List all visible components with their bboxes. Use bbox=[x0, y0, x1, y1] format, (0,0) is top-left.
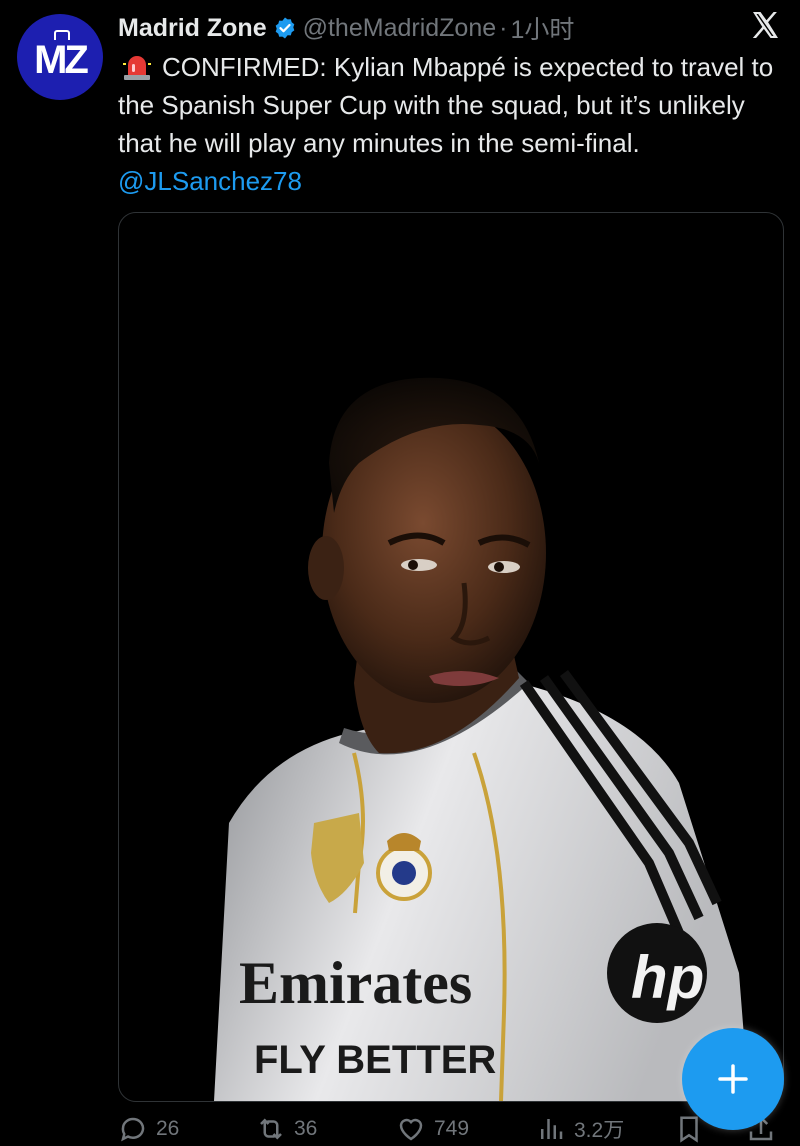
views-button[interactable]: 3.2万 bbox=[536, 1114, 624, 1144]
compose-button[interactable] bbox=[682, 1028, 784, 1130]
tweet-header: Madrid Zone @theMadridZone · 1小时 bbox=[118, 10, 574, 46]
hp-logo-text: hp bbox=[631, 944, 704, 1011]
x-logo-icon[interactable] bbox=[750, 10, 780, 40]
bookmark-icon bbox=[680, 1116, 698, 1143]
plus-icon bbox=[718, 1064, 748, 1094]
display-name[interactable]: Madrid Zone bbox=[118, 14, 267, 43]
tweet-text: CONFIRMED: Kylian Mbappé is expected to … bbox=[118, 52, 774, 158]
crown-icon bbox=[54, 30, 70, 40]
repost-icon bbox=[260, 1118, 282, 1140]
post-time[interactable]: 1小时 bbox=[510, 10, 574, 46]
repost-count: 36 bbox=[294, 1117, 318, 1140]
reply-icon bbox=[121, 1117, 145, 1142]
reply-count: 26 bbox=[156, 1117, 180, 1140]
tweet-body: CONFIRMED: Kylian Mbappé is expected to … bbox=[118, 48, 778, 200]
like-button[interactable]: 749 bbox=[396, 1114, 469, 1144]
player-photo: hp Emirates FLY BETTER bbox=[214, 377, 749, 1101]
views-chart-icon bbox=[541, 1119, 563, 1139]
reply-button[interactable]: 26 bbox=[118, 1114, 179, 1144]
account-handle[interactable]: @theMadridZone bbox=[303, 14, 497, 43]
separator-dot: · bbox=[499, 13, 508, 42]
avatar[interactable]: MZ bbox=[17, 14, 103, 100]
avatar-logo-text: MZ bbox=[34, 37, 89, 82]
siren-emoji-icon bbox=[123, 56, 151, 80]
tweet-photo[interactable]: hp Emirates FLY BETTER bbox=[118, 212, 784, 1102]
mention-link[interactable]: @JLSanchez78 bbox=[118, 166, 302, 196]
views-count: 3.2万 bbox=[574, 1119, 625, 1142]
like-count: 749 bbox=[434, 1117, 470, 1140]
verified-badge-icon bbox=[275, 17, 294, 39]
sponsor-text: Emirates bbox=[239, 950, 472, 1016]
heart-icon bbox=[399, 1118, 423, 1141]
sponsor-subtext: FLY BETTER bbox=[254, 1038, 496, 1082]
repost-button[interactable]: 36 bbox=[256, 1114, 317, 1144]
tweet-actions: 26 36 749 3.2万 bbox=[118, 1114, 800, 1146]
